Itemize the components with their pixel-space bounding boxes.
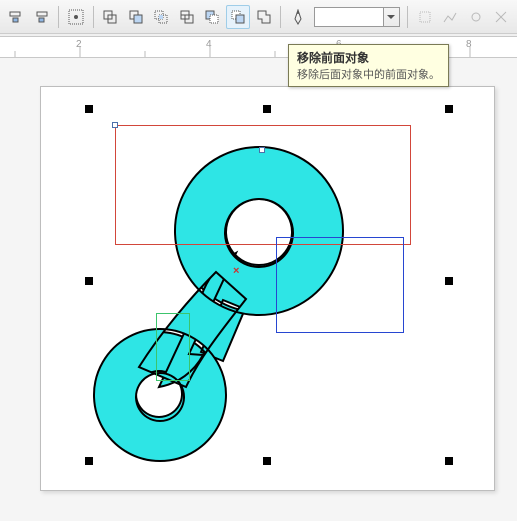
front-minus-back-icon[interactable] [201, 5, 225, 29]
trim-icon[interactable] [124, 5, 148, 29]
ruler-label: 2 [76, 39, 82, 50]
ruler-label: 4 [206, 39, 212, 50]
align-distribute-icon-1[interactable] [4, 5, 28, 29]
separator [58, 6, 59, 28]
eyedropper-icon[interactable] [64, 5, 88, 29]
fill-color-well[interactable] [314, 7, 384, 27]
selection-handle-ne[interactable] [445, 105, 453, 113]
back-minus-front-icon[interactable] [226, 5, 250, 29]
drawing-page[interactable]: × [40, 86, 495, 491]
selection-handle-w[interactable] [85, 277, 93, 285]
simplify-icon[interactable] [175, 5, 199, 29]
selection-handle-nw[interactable] [85, 105, 93, 113]
tooltip-title: 移除前面对象 [297, 49, 440, 66]
property-bar [0, 0, 517, 34]
intersect-icon[interactable] [150, 5, 174, 29]
extra-icon-3[interactable] [464, 5, 488, 29]
separator [93, 6, 94, 28]
boundary-icon[interactable] [252, 5, 276, 29]
blue-rectangle[interactable] [276, 237, 404, 333]
fill-color-control [314, 7, 400, 27]
ruler-label: 8 [466, 39, 472, 50]
selection-center-marker: × [233, 265, 239, 277]
align-distribute-icon-2[interactable] [30, 5, 54, 29]
extra-icon-1[interactable] [413, 5, 437, 29]
selection-handle-e[interactable] [445, 277, 453, 285]
canvas-workspace[interactable]: × [0, 58, 517, 521]
red-rectangle[interactable] [115, 125, 411, 245]
node-handle[interactable] [112, 122, 118, 128]
selection-handle-se[interactable] [445, 457, 453, 465]
tooltip-description: 移除后面对象中的前面对象。 [297, 66, 440, 82]
node-handle[interactable] [259, 147, 265, 153]
separator [280, 6, 281, 28]
selection-handle-sw[interactable] [85, 457, 93, 465]
extra-icon-2[interactable] [438, 5, 462, 29]
separator [407, 6, 408, 28]
green-rectangle[interactable] [156, 313, 190, 381]
tooltip: 移除前面对象 移除后面对象中的前面对象。 [288, 44, 449, 87]
fill-dropdown[interactable] [384, 7, 400, 27]
union-icon[interactable] [99, 5, 123, 29]
extra-icon-4[interactable] [489, 5, 513, 29]
selection-handle-n[interactable] [263, 105, 271, 113]
selection-handle-s[interactable] [263, 457, 271, 465]
pen-icon[interactable] [286, 5, 310, 29]
